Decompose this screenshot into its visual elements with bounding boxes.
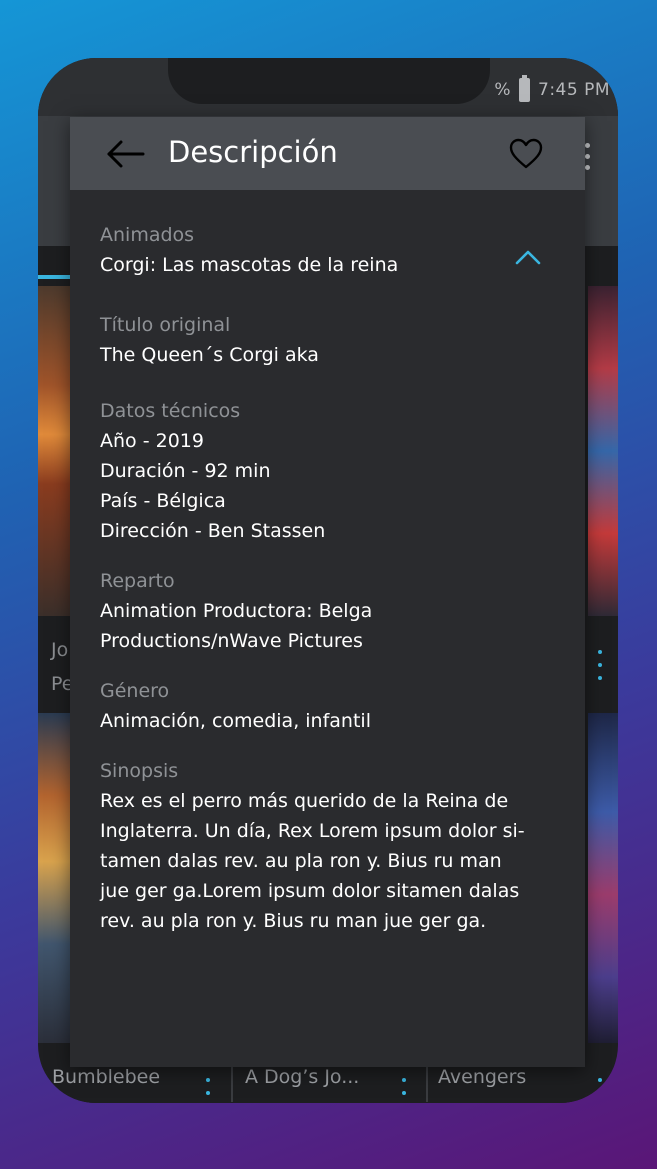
cast-line: Productions/nWave Pictures [100, 630, 363, 652]
synopsis-line: Inglaterra. Un día, Rex Lorem ipsum dolo… [100, 820, 525, 842]
cast-section: Reparto Animation Productora: Belga Prod… [100, 566, 555, 656]
panel-header: Descripción [70, 117, 585, 190]
more-vertical-icon[interactable] [585, 143, 590, 170]
poster-thumbnail[interactable] [38, 286, 70, 616]
card-more-icon[interactable] [402, 1078, 406, 1095]
bottom-title-avengers[interactable]: Avengers [438, 1066, 526, 1088]
favorite-button[interactable] [509, 137, 543, 171]
card-more-icon[interactable] [598, 1078, 602, 1082]
cast-line: Animation Productora: Belga [100, 600, 373, 622]
technical-label: Datos técnicos [100, 400, 241, 422]
category-value: Corgi: Las mascotas de la reina [100, 254, 399, 276]
category-section: Animados Corgi: Las mascotas de la reina [100, 220, 555, 280]
poster-thumbnail[interactable] [38, 713, 70, 1043]
technical-line: País - Bélgica [100, 490, 226, 512]
technical-line: Duración - 92 min [100, 460, 271, 482]
heart-outline-icon [509, 138, 543, 169]
card-more-icon[interactable] [598, 650, 602, 680]
genre-value: Animación, comedia, infantil [100, 710, 371, 732]
card-title: Jo [51, 639, 69, 661]
cast-label: Reparto [100, 570, 175, 592]
category-label: Animados [100, 224, 195, 246]
synopsis-label: Sinopsis [100, 760, 179, 782]
arrow-left-icon [107, 140, 145, 168]
genre-section: Género Animación, comedia, infantil [100, 676, 555, 736]
bottom-title-dogs-journey[interactable]: A Dog’s Jo... [245, 1066, 359, 1088]
synopsis-line: jue ger ga.Lorem ipsum dolor sitamen dal… [100, 880, 520, 902]
page-title: Descripción [168, 135, 338, 169]
status-indicators: % 7:45 PM [494, 75, 610, 102]
battery-percent: % [494, 80, 511, 100]
back-button[interactable] [106, 137, 146, 171]
original-title-label: Título original [100, 314, 231, 336]
synopsis-line: rev. au pla ron y. Bius ru man jue ger g… [100, 910, 487, 932]
camera-notch [168, 58, 490, 104]
poster-thumbnail[interactable] [588, 713, 618, 1043]
divider [231, 1064, 233, 1102]
original-title-section: Título original The Queen´s Corgi aka [100, 310, 555, 370]
technical-line: Dirección - Ben Stassen [100, 520, 326, 542]
genre-label: Género [100, 680, 170, 702]
poster-thumbnail[interactable] [588, 286, 618, 616]
synopsis-line: tamen dalas rev. au pla ron y. Bius ru m… [100, 850, 502, 872]
battery-icon [519, 75, 530, 102]
technical-section: Datos técnicos Año - 2019 Duración - 92 … [100, 396, 555, 546]
status-time: 7:45 PM [538, 80, 610, 100]
card-more-icon[interactable] [206, 1078, 210, 1095]
divider [426, 1064, 428, 1102]
technical-line: Año - 2019 [100, 430, 204, 452]
synopsis-section: Sinopsis Rex es el perro más querido de … [100, 756, 555, 936]
description-content: Animados Corgi: Las mascotas de la reina… [100, 220, 555, 954]
description-panel: Descripción Animados Corgi: Las mascotas… [70, 117, 585, 1067]
synopsis-line: Rex es el perro más querido de la Reina … [100, 790, 509, 812]
original-title-value: The Queen´s Corgi aka [100, 344, 319, 366]
bottom-title-bumblebee[interactable]: Bumblebee [52, 1066, 160, 1088]
